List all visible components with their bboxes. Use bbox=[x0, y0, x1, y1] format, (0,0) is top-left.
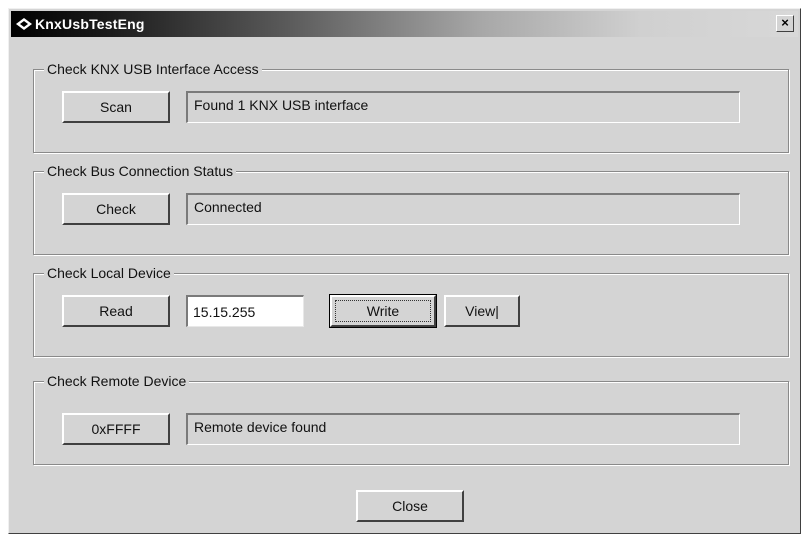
scan-button[interactable]: Scan bbox=[62, 91, 170, 123]
dialog-window: KnxUsbTestEng × Check KNX USB Interface … bbox=[8, 8, 801, 534]
view-button[interactable]: View| bbox=[444, 295, 520, 327]
group-remote-device-legend: Check Remote Device bbox=[44, 373, 190, 389]
knx-logo-icon bbox=[16, 18, 32, 30]
group-usb-access: Check KNX USB Interface Access Scan Foun… bbox=[33, 61, 789, 153]
group-local-device-legend: Check Local Device bbox=[44, 265, 174, 281]
group-usb-access-legend: Check KNX USB Interface Access bbox=[44, 61, 262, 77]
remote-status-field: Remote device found bbox=[186, 413, 740, 445]
usb-status-field: Found 1 KNX USB interface bbox=[186, 91, 740, 123]
bus-status-field: Connected bbox=[186, 193, 740, 225]
group-bus-connection-legend: Check Bus Connection Status bbox=[44, 163, 236, 179]
device-address-input[interactable] bbox=[186, 295, 304, 327]
check-button[interactable]: Check bbox=[62, 193, 170, 225]
group-local-device: Check Local Device Read Write View| bbox=[33, 265, 789, 357]
write-button[interactable]: Write bbox=[329, 294, 437, 328]
remote-address-button[interactable]: 0xFFFF bbox=[62, 413, 170, 445]
close-icon[interactable]: × bbox=[776, 15, 794, 32]
read-button[interactable]: Read bbox=[62, 295, 170, 327]
close-button[interactable]: Close bbox=[356, 490, 464, 522]
group-bus-connection: Check Bus Connection Status Check Connec… bbox=[33, 163, 789, 255]
group-remote-device: Check Remote Device 0xFFFF Remote device… bbox=[33, 373, 789, 465]
window-title: KnxUsbTestEng bbox=[35, 16, 145, 32]
title-bar[interactable]: KnxUsbTestEng × bbox=[11, 11, 798, 37]
